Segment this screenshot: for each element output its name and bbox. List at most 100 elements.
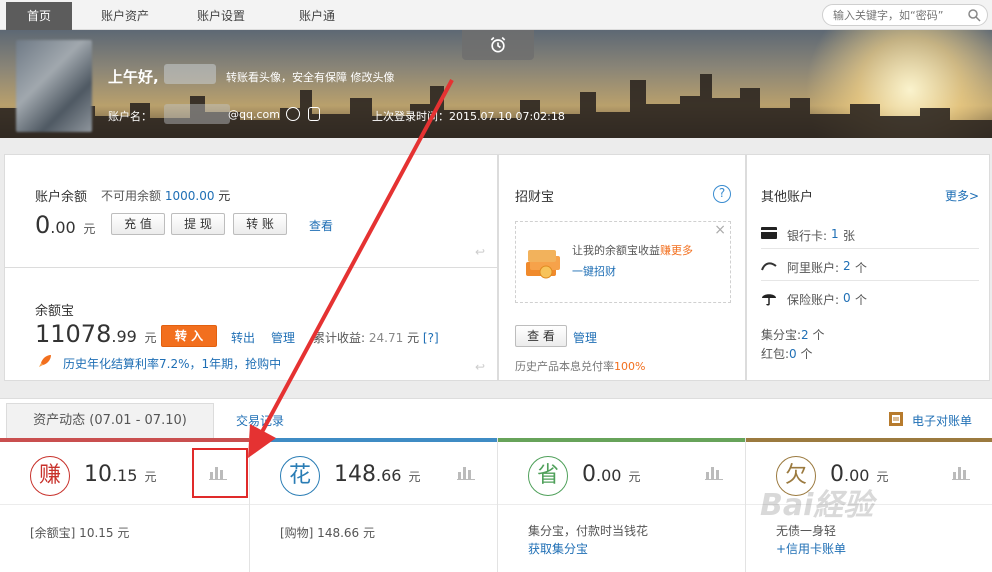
search-icon[interactable]: [967, 8, 981, 22]
insurance-count[interactable]: 0: [843, 291, 851, 305]
earn-desc: [余额宝] 10.15 元: [30, 526, 130, 540]
balance-unit: 元: [83, 222, 96, 236]
statement-icon: [889, 412, 903, 426]
spend-dec: .66: [376, 466, 402, 485]
spend-glyph-icon: 花: [280, 456, 320, 496]
zcb-note-value: 100%: [614, 360, 646, 373]
jifenbao-count[interactable]: 2: [801, 328, 809, 342]
money-stack-icon: [526, 250, 560, 279]
one-click-link[interactable]: 一键招财: [572, 263, 616, 279]
withdraw-button[interactable]: 提 现: [171, 213, 225, 235]
asset-dynamics-bar: 资产动态 (07.01 - 07.10) 交易记录 电子对账单: [0, 398, 992, 439]
close-icon[interactable]: ×: [714, 222, 726, 238]
yuebao-unit: 元: [144, 331, 157, 345]
alibaba-label: 阿里账户:: [787, 261, 840, 275]
alarm-tab[interactable]: [462, 30, 534, 60]
jifenbao-row: 集分宝:2 个: [761, 326, 825, 343]
tab-account-link[interactable]: 账户通: [284, 2, 350, 30]
recharge-button[interactable]: 充 值: [111, 213, 165, 235]
help-link[interactable]: [?]: [423, 331, 439, 345]
cumulative-unit: 元: [407, 331, 420, 345]
jifenbao-unit: 个: [812, 328, 825, 342]
help-icon[interactable]: ?: [713, 185, 731, 203]
spend-desc: [购物] 148.66 元: [280, 526, 375, 540]
tab-settings[interactable]: 账户设置: [188, 2, 254, 30]
save-desc: 集分宝，付款时当钱花: [528, 524, 649, 538]
other-accounts-panel: 其他账户 更多> 银行卡: 1 张 阿里账户: 2 个 保险账户: 0 个 集分…: [746, 154, 990, 381]
profile-banner: 上午好, 转账看头像，安全有保障 修改头像 账户名： @qq.com 上次登录时…: [0, 30, 992, 138]
balance-panel: 账户余额 不可用余额 1000.00 元 0.00 元 充 值 提 现 转 账 …: [4, 154, 498, 268]
watermark-logo: Bai経验: [760, 488, 874, 523]
earn-value: 10.15 元: [84, 462, 156, 487]
unavailable-value[interactable]: 1000.00: [165, 189, 215, 203]
e-statement-link[interactable]: 电子对账单: [912, 412, 972, 429]
earn-int: 10: [84, 462, 112, 487]
bank-card-row: 银行卡: 1 张: [761, 219, 979, 249]
yuebao-promo-link[interactable]: 历史年化结算利率7.2%，1年期，抢购中: [63, 355, 281, 372]
transaction-records-link[interactable]: 交易记录: [236, 412, 284, 429]
earn-glyph-icon: 赚: [30, 456, 70, 496]
tab-asset-dynamics[interactable]: 资产动态 (07.01 - 07.10): [6, 403, 214, 439]
transfer-in-button[interactable]: 转 入: [161, 325, 217, 347]
save-unit: 元: [628, 470, 641, 484]
avatar-links[interactable]: 转账看头像，安全有保障 修改头像: [226, 69, 395, 85]
promo-highlight: 赚更多: [660, 244, 693, 257]
bar-chart-icon[interactable]: [457, 464, 475, 480]
zcb-view-button[interactable]: 查 看: [515, 325, 567, 347]
bank-card-label: 银行卡:: [787, 229, 828, 243]
more-link[interactable]: 更多>: [945, 187, 979, 204]
search-input[interactable]: [833, 8, 963, 22]
alibaba-count[interactable]: 2: [843, 259, 851, 273]
manage-link[interactable]: 管理: [271, 329, 295, 346]
balance-amount: 0.00 元: [35, 211, 95, 239]
account-name-blurred: [164, 104, 230, 124]
refresh-icon[interactable]: ↩: [475, 360, 489, 374]
save-int: 0: [582, 462, 596, 487]
cumulative-earnings: 累计收益: 24.71 元 [?]: [313, 329, 439, 346]
avatar[interactable]: [16, 40, 92, 132]
view-link[interactable]: 查看: [309, 217, 333, 234]
yuebao-title: 余额宝: [35, 304, 75, 319]
hongbao-row: 红包:0 个: [761, 345, 813, 362]
save-card-bar: [498, 438, 745, 442]
zcb-manage-link[interactable]: 管理: [573, 329, 597, 346]
other-accounts-title: 其他账户: [761, 190, 814, 205]
card-divider: [498, 504, 745, 505]
hongbao-count[interactable]: 0: [789, 347, 797, 361]
umbrella-icon: [762, 294, 776, 306]
transfer-out-link[interactable]: 转出: [231, 329, 255, 346]
phone-icon[interactable]: [308, 107, 320, 121]
card-divider: [0, 504, 249, 505]
bar-chart-icon[interactable]: [705, 464, 723, 480]
credit-card-bill-link[interactable]: +信用卡账单: [776, 540, 846, 557]
save-glyph-icon: 省: [528, 456, 568, 496]
bar-chart-icon[interactable]: [952, 464, 970, 480]
promo-text: 让我的余额宝收益赚更多: [572, 242, 693, 258]
bank-card-unit: 张: [843, 229, 856, 243]
refresh-icon[interactable]: ↩: [475, 245, 489, 259]
zcb-note-text: 历史产品本息兑付率: [515, 360, 614, 373]
zhaocaibao-panel: 招财宝 ? 让我的余额宝收益赚更多 一键招财 × 查 看 管理 历史产品本息兑付…: [498, 154, 746, 381]
unavailable-balance: 不可用余额 1000.00 元: [101, 187, 230, 204]
bank-card-count[interactable]: 1: [831, 227, 839, 241]
get-jifenbao-link[interactable]: 获取集分宝: [528, 540, 588, 557]
card-divider: [250, 504, 497, 505]
owe-desc: 无债一身轻: [776, 524, 837, 538]
search-box: [822, 4, 988, 26]
earn-unit: 元: [144, 470, 157, 484]
tab-assets[interactable]: 账户资产: [92, 2, 158, 30]
transfer-button[interactable]: 转 账: [233, 213, 287, 235]
alarm-clock-icon: [490, 36, 506, 53]
spend-value: 148.66 元: [334, 462, 420, 487]
spend-card-bar: [250, 438, 497, 442]
tab-home[interactable]: 首页: [6, 2, 72, 30]
balance-int: 0: [35, 211, 51, 239]
identity-icon[interactable]: [286, 107, 300, 121]
yuebao-amount: 11078.99 元: [35, 320, 156, 348]
hongbao-label: 红包:: [761, 347, 790, 361]
balance-title: 账户余额: [35, 190, 88, 205]
insurance-unit: 个: [855, 293, 868, 307]
account-label: 账户名：: [108, 110, 152, 123]
promo-box: 让我的余额宝收益赚更多 一键招财 ×: [515, 221, 731, 303]
account-email: @qq.com: [228, 108, 280, 121]
